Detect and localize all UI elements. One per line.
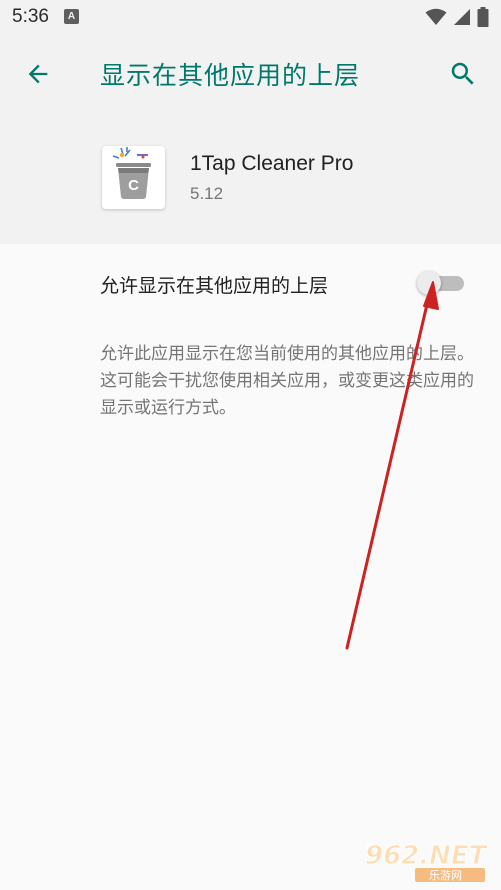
notification-icon: A <box>64 9 79 24</box>
allow-overlay-toggle[interactable] <box>414 270 466 296</box>
app-version: 5.12 <box>190 184 224 203</box>
app-header: C 1Tap Cleaner Pro 5.12 <box>0 114 501 244</box>
status-bar: 5:36 A <box>0 0 501 34</box>
signal-icon <box>454 9 470 25</box>
allow-overlay-setting-row[interactable]: 允许显示在其他应用的上层 <box>0 244 501 324</box>
search-button[interactable] <box>445 56 481 92</box>
svg-text:C: C <box>128 177 139 194</box>
setting-description: 允许此应用显示在您当前使用的其他应用的上层。这可能会干扰您使用相关应用，或变更这… <box>100 344 474 418</box>
watermark-logo: 962.NET 乐游网 <box>361 834 493 884</box>
watermark-main-text: 962.NET <box>365 841 489 871</box>
back-button[interactable] <box>20 56 56 92</box>
arrow-back-icon <box>28 64 48 84</box>
app-icon: C <box>102 146 165 209</box>
watermark-sub-text: 乐游网 <box>429 869 462 882</box>
status-time: 5:36 <box>12 6 49 27</box>
page-title: 显示在其他应用的上层 <box>100 61 361 90</box>
status-icons <box>425 7 489 27</box>
app-bar: 显示在其他应用的上层 <box>0 34 501 114</box>
setting-label: 允许显示在其他应用的上层 <box>100 275 329 297</box>
watermark-962-logo: 962.NET 乐游网 <box>365 841 489 882</box>
search-icon <box>451 62 474 85</box>
app-name: 1Tap Cleaner Pro <box>190 152 354 175</box>
wifi-icon <box>425 8 447 25</box>
battery-icon <box>477 7 489 27</box>
trash-can-c-icon: C <box>112 147 151 199</box>
toggle-thumb <box>417 271 441 295</box>
